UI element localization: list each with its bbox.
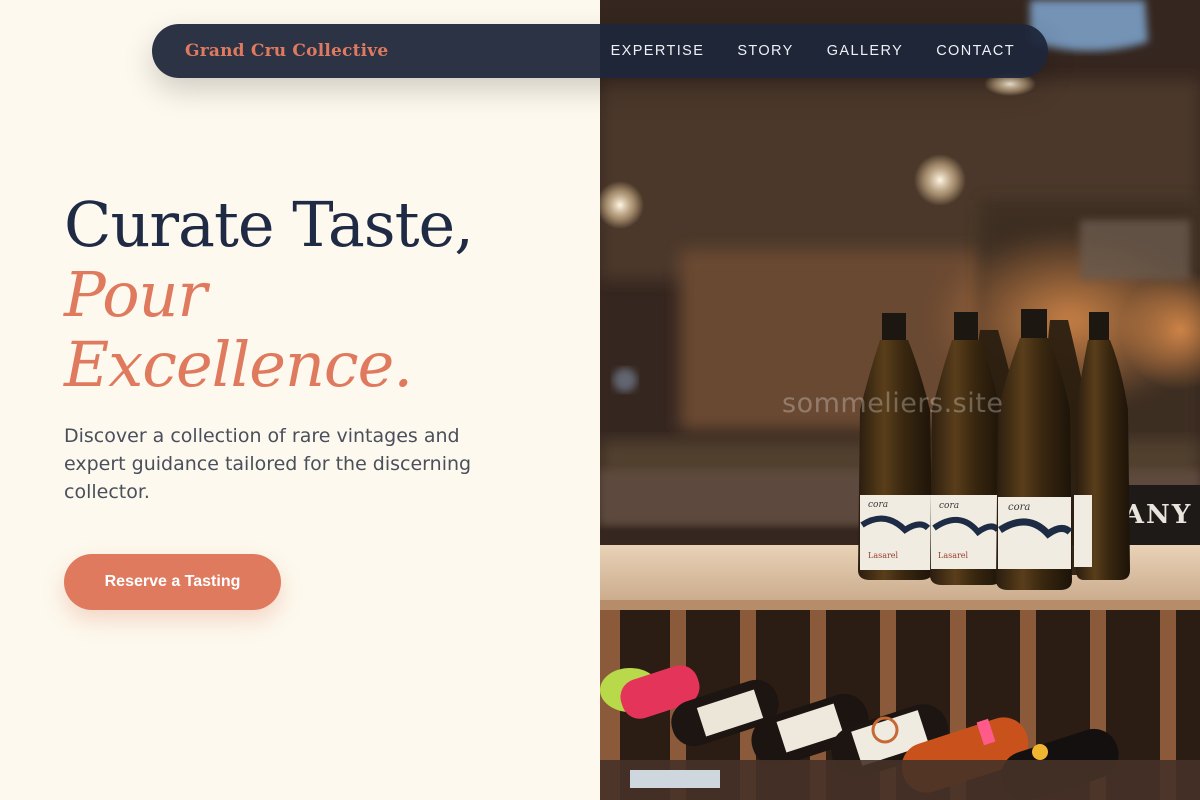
landing-page: MANY cora Lasarel cora Lasarel cora somm… <box>0 0 1200 800</box>
wine-bottles: cora Lasarel cora Lasarel cora <box>858 309 1130 590</box>
nav-link-gallery[interactable]: GALLERY <box>827 43 903 59</box>
nav-link-story[interactable]: STORY <box>737 43 793 59</box>
watermark: sommeliers.site <box>782 388 1004 419</box>
nav-link-contact[interactable]: CONTACT <box>936 43 1015 59</box>
headline-line-3: Excellence. <box>64 328 413 401</box>
hero-copy: Curate Taste, Pour Excellence. Discover … <box>64 190 584 506</box>
nav-link-expertise[interactable]: EXPERTISE <box>611 43 705 59</box>
hero-photo: MANY cora Lasarel cora Lasarel cora somm… <box>600 0 1200 800</box>
bottle-label-brand: cora <box>939 501 959 511</box>
reserve-tasting-button[interactable]: Reserve a Tasting <box>64 554 281 610</box>
bottle-label-brand: cora <box>868 500 888 510</box>
top-navbar: Grand Cru Collective EXPERTISE STORY GAL… <box>152 24 1048 78</box>
nav-links: EXPERTISE STORY GALLERY CONTACT <box>611 43 1015 59</box>
hero-subtext: Discover a collection of rare vintages a… <box>64 425 472 503</box>
headline-line-2: Pour <box>64 258 207 331</box>
brand-logo-link[interactable]: Grand Cru Collective <box>185 41 388 61</box>
headline-line-1: Curate Taste, <box>64 188 474 261</box>
bottle-label-producer: Lasarel <box>868 551 899 560</box>
bottle-label-brand: cora <box>1008 502 1030 513</box>
bottle-label-producer: Lasarel <box>938 551 969 560</box>
hero-headline: Curate Taste, Pour Excellence. <box>64 190 584 400</box>
